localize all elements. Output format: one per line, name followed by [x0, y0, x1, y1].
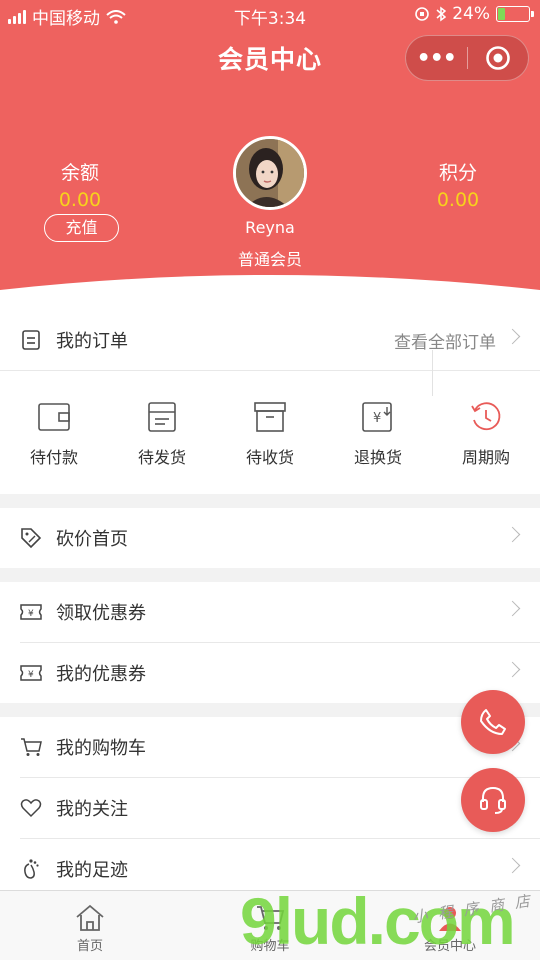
order-list-icon	[20, 329, 42, 351]
order-status-refund[interactable]: ¥ 退换货	[324, 398, 432, 468]
svg-text:¥: ¥	[28, 609, 34, 619]
points-value: 0.00	[436, 189, 480, 211]
points-block: 积分 0.00	[418, 158, 498, 211]
order-status-label: 待收货	[245, 448, 294, 467]
call-button[interactable]	[461, 690, 525, 754]
coupon-icon: ¥	[20, 601, 42, 623]
cart-icon	[20, 736, 42, 758]
user-name: Reyna	[245, 218, 295, 237]
my-follow-row[interactable]: 我的关注	[0, 778, 540, 838]
avatar-photo	[236, 139, 304, 207]
bluetooth-icon	[436, 6, 447, 22]
member-level: 普通会员	[237, 250, 302, 269]
my-coupon-row[interactable]: ¥ 我的优惠券	[0, 643, 540, 703]
order-status-bar: 待付款 待发货 待收货 ¥ 退换货 周期购	[0, 350, 540, 495]
member-center-page: 中国移动 下午3:34 24% 会员中心 ••• 余额 0.00 充值 Reyn…	[0, 0, 540, 960]
battery-icon	[496, 6, 534, 22]
order-status-label: 待付款	[29, 448, 78, 467]
chevron-right-icon	[504, 661, 521, 678]
order-status-divider	[432, 350, 433, 396]
order-status-to-receive[interactable]: 待收货	[216, 398, 324, 468]
bargain-home-row[interactable]: 砍价首页	[0, 508, 540, 568]
view-all-orders-link[interactable]: 查看全部订单	[394, 328, 496, 353]
balance-block: 余额 0.00	[40, 158, 120, 211]
headset-icon	[480, 786, 506, 814]
balance-value: 0.00	[58, 189, 102, 211]
avatar[interactable]	[233, 136, 307, 210]
order-status-to-ship[interactable]: 待发货	[108, 398, 216, 468]
refund-icon: ¥	[362, 402, 392, 432]
tag-percent-icon	[20, 527, 42, 549]
order-status-pending-payment[interactable]: 待付款	[0, 398, 108, 468]
my-coupon-label: 我的优惠券	[56, 664, 146, 685]
more-options-button[interactable]: •••	[406, 46, 467, 71]
order-status-label: 待发货	[137, 448, 186, 467]
my-orders-label: 我的订单	[56, 331, 128, 352]
svg-text:¥: ¥	[373, 411, 381, 426]
orders-card: 我的订单 查看全部订单 待付款 待发货 待收货 ¥ 退换货 周期购	[0, 310, 540, 494]
my-footprint-label: 我的足迹	[56, 860, 128, 881]
chevron-right-icon	[504, 600, 521, 617]
battery-percent: 24%	[452, 4, 490, 24]
get-coupon-label: 领取优惠券	[56, 603, 146, 624]
coupons-card: ¥ 领取优惠券 ¥ 我的优惠券	[0, 582, 540, 703]
get-coupon-row[interactable]: ¥ 领取优惠券	[0, 582, 540, 642]
my-follow-label: 我的关注	[56, 799, 128, 820]
orientation-lock-icon	[415, 7, 430, 21]
cycle-clock-icon	[471, 402, 501, 431]
customer-service-button[interactable]	[461, 768, 525, 832]
wallet-icon	[38, 403, 70, 431]
box-icon	[148, 402, 176, 432]
shopping-card: 我的购物车 我的关注 我的足迹	[0, 717, 540, 890]
my-orders-row[interactable]: 我的订单 查看全部订单	[0, 310, 540, 370]
home-icon	[76, 904, 104, 931]
my-cart-row[interactable]: 我的购物车	[0, 717, 540, 777]
points-label: 积分	[438, 162, 477, 184]
chevron-right-icon	[504, 526, 521, 543]
package-icon	[254, 402, 286, 432]
order-status-label: 周期购	[461, 448, 510, 467]
order-status-label: 退换货	[353, 448, 402, 467]
my-cart-label: 我的购物车	[56, 738, 146, 759]
target-circle-icon	[485, 46, 510, 70]
balance-label: 余额	[60, 162, 99, 184]
order-status-cycle-purchase[interactable]: 周期购	[432, 398, 540, 468]
status-bar: 中国移动 下午3:34 24%	[0, 0, 540, 30]
phone-icon	[480, 709, 506, 735]
miniprogram-capsule: •••	[405, 35, 529, 81]
chevron-right-icon	[504, 328, 521, 345]
tab-home[interactable]: 首页	[0, 891, 180, 960]
bargain-card: 砍价首页	[0, 508, 540, 568]
footprint-icon	[20, 858, 42, 880]
close-miniprogram-button[interactable]	[467, 45, 528, 71]
tab-label: 首页	[76, 939, 103, 954]
coupon-icon: ¥	[20, 662, 42, 684]
bargain-home-label: 砍价首页	[56, 529, 128, 550]
heart-icon	[20, 797, 42, 819]
svg-text:¥: ¥	[28, 670, 34, 680]
chevron-right-icon	[504, 857, 521, 874]
